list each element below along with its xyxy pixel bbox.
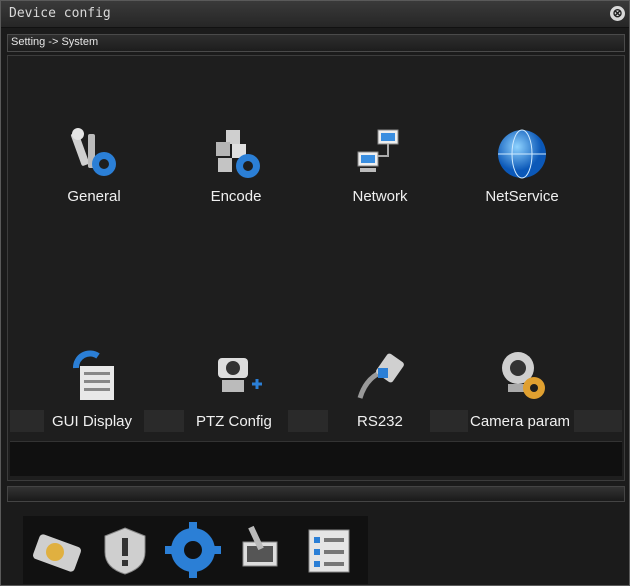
network-computers-icon	[352, 126, 408, 182]
general-label: General	[67, 188, 121, 205]
encode-label: Encode	[210, 188, 262, 205]
globe-icon	[494, 126, 550, 182]
cubes-gear-icon	[208, 126, 264, 182]
divider-bar	[7, 486, 625, 502]
alert-shield-icon[interactable]	[97, 522, 153, 578]
gui-display-item[interactable]	[34, 348, 154, 404]
tools-gear-icon	[66, 126, 122, 182]
display-refresh-icon	[66, 348, 122, 404]
row2-label-strip: GUI Display PTZ Config RS232 Camera para…	[10, 410, 622, 432]
general-item[interactable]: General	[34, 126, 154, 205]
hard-disk-icon[interactable]	[29, 522, 85, 578]
settings-gear-icon[interactable]	[165, 522, 221, 578]
bottom-dock	[23, 516, 368, 584]
netservice-item[interactable]: NetService	[462, 126, 582, 205]
gui-display-label: GUI Display	[52, 413, 133, 430]
ptz-config-label: PTZ Config	[196, 413, 272, 430]
camera-param-item[interactable]	[462, 348, 582, 404]
breadcrumb-text: Setting -> System	[11, 36, 99, 48]
network-item[interactable]: Network	[320, 126, 440, 205]
tools-monitor-icon[interactable]	[233, 522, 289, 578]
title-bar[interactable]: Device config ⊗	[1, 1, 629, 28]
settings-panel: General Encode Network NetService GUI Di…	[7, 55, 625, 481]
breadcrumb: Setting -> System	[7, 34, 625, 52]
ptz-config-item[interactable]	[176, 348, 296, 404]
netservice-label: NetService	[485, 188, 559, 205]
camera-param-label: Camera param	[470, 413, 571, 430]
rs232-label: RS232	[357, 413, 403, 430]
checklist-icon[interactable]	[301, 522, 357, 578]
webcam-gear-icon	[494, 348, 550, 404]
network-label: Network	[352, 188, 408, 205]
serial-cable-icon	[352, 348, 408, 404]
window-title: Device config	[9, 6, 111, 21]
device-config-window: Device config ⊗ Setting -> System Genera…	[0, 0, 630, 586]
status-bar	[10, 441, 622, 476]
ptz-camera-icon	[208, 348, 264, 404]
rs232-item[interactable]	[320, 348, 440, 404]
encode-item[interactable]: Encode	[176, 126, 296, 205]
close-button[interactable]: ⊗	[610, 6, 625, 21]
